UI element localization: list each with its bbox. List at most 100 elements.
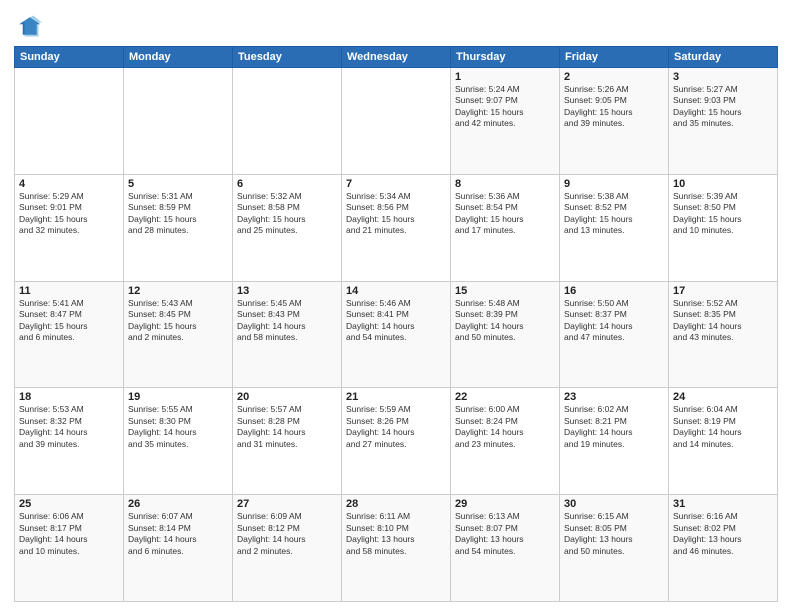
calendar-cell	[124, 68, 233, 175]
day-info: Sunrise: 5:59 AM Sunset: 8:26 PM Dayligh…	[346, 404, 446, 450]
day-info: Sunrise: 6:11 AM Sunset: 8:10 PM Dayligh…	[346, 511, 446, 557]
calendar-row-5: 25Sunrise: 6:06 AM Sunset: 8:17 PM Dayli…	[15, 495, 778, 602]
day-number: 2	[564, 71, 664, 83]
calendar-cell: 2Sunrise: 5:26 AM Sunset: 9:05 PM Daylig…	[560, 68, 669, 175]
calendar-cell: 12Sunrise: 5:43 AM Sunset: 8:45 PM Dayli…	[124, 281, 233, 388]
calendar-cell: 15Sunrise: 5:48 AM Sunset: 8:39 PM Dayli…	[451, 281, 560, 388]
calendar-cell: 3Sunrise: 5:27 AM Sunset: 9:03 PM Daylig…	[669, 68, 778, 175]
calendar-row-4: 18Sunrise: 5:53 AM Sunset: 8:32 PM Dayli…	[15, 388, 778, 495]
day-info: Sunrise: 5:41 AM Sunset: 8:47 PM Dayligh…	[19, 298, 119, 344]
day-info: Sunrise: 5:53 AM Sunset: 8:32 PM Dayligh…	[19, 404, 119, 450]
calendar-cell: 7Sunrise: 5:34 AM Sunset: 8:56 PM Daylig…	[342, 174, 451, 281]
day-info: Sunrise: 5:52 AM Sunset: 8:35 PM Dayligh…	[673, 298, 773, 344]
day-number: 30	[564, 498, 664, 510]
calendar-cell: 13Sunrise: 5:45 AM Sunset: 8:43 PM Dayli…	[233, 281, 342, 388]
calendar-cell	[342, 68, 451, 175]
page: SundayMondayTuesdayWednesdayThursdayFrid…	[0, 0, 792, 612]
day-info: Sunrise: 5:27 AM Sunset: 9:03 PM Dayligh…	[673, 84, 773, 130]
calendar-cell: 23Sunrise: 6:02 AM Sunset: 8:21 PM Dayli…	[560, 388, 669, 495]
weekday-header-thursday: Thursday	[451, 47, 560, 68]
day-info: Sunrise: 5:36 AM Sunset: 8:54 PM Dayligh…	[455, 191, 555, 237]
day-number: 17	[673, 285, 773, 297]
calendar-cell: 29Sunrise: 6:13 AM Sunset: 8:07 PM Dayli…	[451, 495, 560, 602]
calendar-cell	[15, 68, 124, 175]
weekday-header-saturday: Saturday	[669, 47, 778, 68]
day-info: Sunrise: 5:24 AM Sunset: 9:07 PM Dayligh…	[455, 84, 555, 130]
day-number: 24	[673, 391, 773, 403]
day-number: 20	[237, 391, 337, 403]
day-info: Sunrise: 6:00 AM Sunset: 8:24 PM Dayligh…	[455, 404, 555, 450]
calendar-cell: 4Sunrise: 5:29 AM Sunset: 9:01 PM Daylig…	[15, 174, 124, 281]
calendar-cell: 5Sunrise: 5:31 AM Sunset: 8:59 PM Daylig…	[124, 174, 233, 281]
day-number: 27	[237, 498, 337, 510]
day-info: Sunrise: 6:13 AM Sunset: 8:07 PM Dayligh…	[455, 511, 555, 557]
calendar-cell: 27Sunrise: 6:09 AM Sunset: 8:12 PM Dayli…	[233, 495, 342, 602]
calendar-cell: 19Sunrise: 5:55 AM Sunset: 8:30 PM Dayli…	[124, 388, 233, 495]
calendar-cell: 28Sunrise: 6:11 AM Sunset: 8:10 PM Dayli…	[342, 495, 451, 602]
day-info: Sunrise: 6:02 AM Sunset: 8:21 PM Dayligh…	[564, 404, 664, 450]
calendar-cell: 14Sunrise: 5:46 AM Sunset: 8:41 PM Dayli…	[342, 281, 451, 388]
day-number: 9	[564, 178, 664, 190]
calendar-cell: 31Sunrise: 6:16 AM Sunset: 8:02 PM Dayli…	[669, 495, 778, 602]
calendar-row-1: 1Sunrise: 5:24 AM Sunset: 9:07 PM Daylig…	[15, 68, 778, 175]
day-info: Sunrise: 6:04 AM Sunset: 8:19 PM Dayligh…	[673, 404, 773, 450]
day-number: 13	[237, 285, 337, 297]
day-info: Sunrise: 5:48 AM Sunset: 8:39 PM Dayligh…	[455, 298, 555, 344]
calendar-cell: 1Sunrise: 5:24 AM Sunset: 9:07 PM Daylig…	[451, 68, 560, 175]
day-number: 12	[128, 285, 228, 297]
calendar-row-3: 11Sunrise: 5:41 AM Sunset: 8:47 PM Dayli…	[15, 281, 778, 388]
day-number: 6	[237, 178, 337, 190]
day-info: Sunrise: 5:57 AM Sunset: 8:28 PM Dayligh…	[237, 404, 337, 450]
day-info: Sunrise: 6:06 AM Sunset: 8:17 PM Dayligh…	[19, 511, 119, 557]
day-info: Sunrise: 6:16 AM Sunset: 8:02 PM Dayligh…	[673, 511, 773, 557]
calendar-cell: 24Sunrise: 6:04 AM Sunset: 8:19 PM Dayli…	[669, 388, 778, 495]
day-info: Sunrise: 5:39 AM Sunset: 8:50 PM Dayligh…	[673, 191, 773, 237]
day-info: Sunrise: 5:38 AM Sunset: 8:52 PM Dayligh…	[564, 191, 664, 237]
weekday-header-row: SundayMondayTuesdayWednesdayThursdayFrid…	[15, 47, 778, 68]
day-number: 21	[346, 391, 446, 403]
day-number: 14	[346, 285, 446, 297]
day-number: 29	[455, 498, 555, 510]
weekday-header-tuesday: Tuesday	[233, 47, 342, 68]
day-info: Sunrise: 5:29 AM Sunset: 9:01 PM Dayligh…	[19, 191, 119, 237]
day-number: 1	[455, 71, 555, 83]
logo	[14, 12, 44, 40]
day-info: Sunrise: 6:07 AM Sunset: 8:14 PM Dayligh…	[128, 511, 228, 557]
calendar-cell: 18Sunrise: 5:53 AM Sunset: 8:32 PM Dayli…	[15, 388, 124, 495]
day-number: 25	[19, 498, 119, 510]
day-number: 28	[346, 498, 446, 510]
header	[14, 12, 778, 40]
day-info: Sunrise: 5:46 AM Sunset: 8:41 PM Dayligh…	[346, 298, 446, 344]
day-info: Sunrise: 5:26 AM Sunset: 9:05 PM Dayligh…	[564, 84, 664, 130]
calendar-cell: 8Sunrise: 5:36 AM Sunset: 8:54 PM Daylig…	[451, 174, 560, 281]
day-number: 8	[455, 178, 555, 190]
calendar-cell: 30Sunrise: 6:15 AM Sunset: 8:05 PM Dayli…	[560, 495, 669, 602]
day-info: Sunrise: 6:09 AM Sunset: 8:12 PM Dayligh…	[237, 511, 337, 557]
calendar-cell	[233, 68, 342, 175]
day-number: 26	[128, 498, 228, 510]
day-number: 22	[455, 391, 555, 403]
day-info: Sunrise: 5:32 AM Sunset: 8:58 PM Dayligh…	[237, 191, 337, 237]
day-number: 11	[19, 285, 119, 297]
weekday-header-friday: Friday	[560, 47, 669, 68]
day-info: Sunrise: 5:43 AM Sunset: 8:45 PM Dayligh…	[128, 298, 228, 344]
day-number: 10	[673, 178, 773, 190]
day-info: Sunrise: 6:15 AM Sunset: 8:05 PM Dayligh…	[564, 511, 664, 557]
day-number: 3	[673, 71, 773, 83]
day-number: 19	[128, 391, 228, 403]
logo-icon	[14, 12, 42, 40]
calendar-cell: 21Sunrise: 5:59 AM Sunset: 8:26 PM Dayli…	[342, 388, 451, 495]
day-number: 18	[19, 391, 119, 403]
day-info: Sunrise: 5:31 AM Sunset: 8:59 PM Dayligh…	[128, 191, 228, 237]
day-info: Sunrise: 5:34 AM Sunset: 8:56 PM Dayligh…	[346, 191, 446, 237]
calendar-cell: 10Sunrise: 5:39 AM Sunset: 8:50 PM Dayli…	[669, 174, 778, 281]
day-number: 23	[564, 391, 664, 403]
day-number: 31	[673, 498, 773, 510]
calendar-table: SundayMondayTuesdayWednesdayThursdayFrid…	[14, 46, 778, 602]
calendar-cell: 16Sunrise: 5:50 AM Sunset: 8:37 PM Dayli…	[560, 281, 669, 388]
calendar-cell: 11Sunrise: 5:41 AM Sunset: 8:47 PM Dayli…	[15, 281, 124, 388]
day-info: Sunrise: 5:50 AM Sunset: 8:37 PM Dayligh…	[564, 298, 664, 344]
day-number: 4	[19, 178, 119, 190]
day-info: Sunrise: 5:55 AM Sunset: 8:30 PM Dayligh…	[128, 404, 228, 450]
day-info: Sunrise: 5:45 AM Sunset: 8:43 PM Dayligh…	[237, 298, 337, 344]
